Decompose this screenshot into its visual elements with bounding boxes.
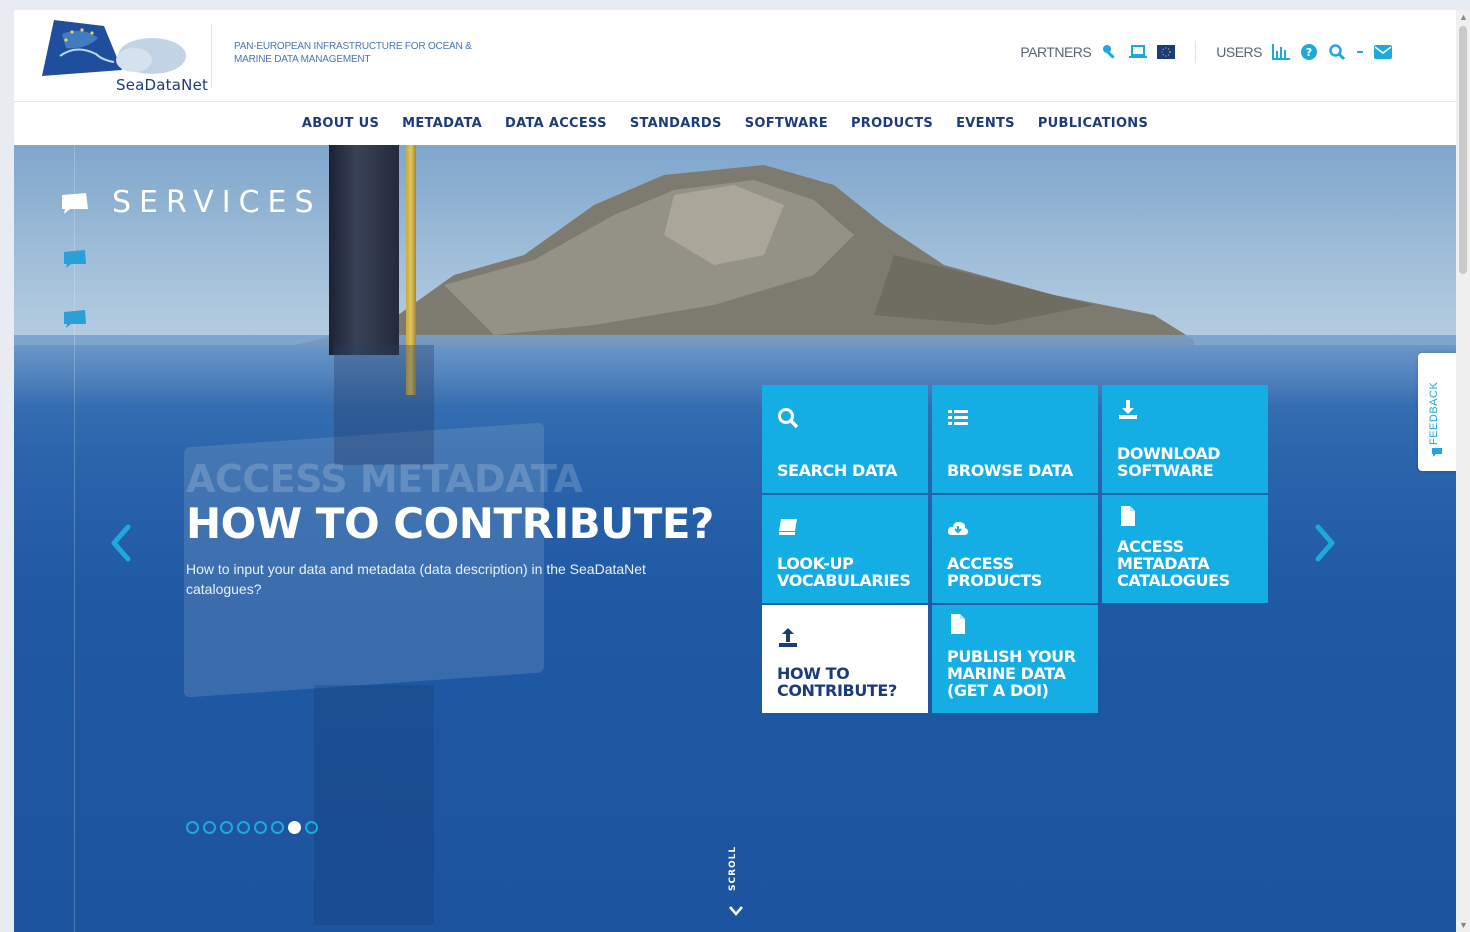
users-link[interactable]: USERS	[1216, 44, 1262, 60]
slider-dot[interactable]	[305, 821, 318, 834]
nav-events[interactable]: EVENTS	[956, 116, 1015, 131]
slider-dot[interactable]	[203, 821, 216, 834]
page-scrollbar[interactable]: ▲ ▼	[1456, 10, 1470, 932]
svg-text:?: ?	[1306, 46, 1312, 59]
eu-flag-icon[interactable]	[1157, 43, 1176, 61]
tile-access-metadata-catalogues[interactable]: ACCESS METADATA CATALOGUES	[1102, 495, 1268, 603]
download-icon	[1119, 400, 1137, 419]
slide-description: How to input your data and metadata (dat…	[186, 561, 646, 597]
top-links: PARTNERS USERS ?	[1020, 40, 1392, 64]
chevron-right-icon	[1315, 524, 1335, 562]
services-label: SERVICES	[112, 185, 322, 220]
laptop-icon[interactable]	[1129, 43, 1148, 61]
hero-underwater-shadow	[314, 685, 434, 925]
cloud-download-icon	[947, 521, 969, 535]
tile-browse-data[interactable]: BROWSE DATA	[932, 385, 1098, 493]
chevron-down-icon	[729, 906, 743, 916]
slider-dot[interactable]	[237, 821, 250, 834]
nav-metadata[interactable]: METADATA	[402, 116, 482, 131]
speech-bubble-icon[interactable]	[62, 309, 88, 329]
services-header: SERVICES	[60, 185, 322, 220]
nav-standards[interactable]: STANDARDS	[630, 116, 722, 131]
tile-access-products[interactable]: ACCESS PRODUCTS	[932, 495, 1098, 603]
slider-dot[interactable]	[271, 821, 284, 834]
search-icon[interactable]	[1328, 43, 1346, 61]
slide-title: HOW TO CONTRIBUTE?	[186, 499, 714, 548]
tile-label: PUBLISH YOUR MARINE DATA (GET A DOI)	[947, 647, 1076, 700]
nav-publications[interactable]: PUBLICATIONS	[1038, 116, 1148, 131]
bar-chart-icon[interactable]	[1272, 43, 1290, 61]
search-icon	[778, 408, 799, 429]
slider-dot-active[interactable]	[288, 821, 301, 834]
slider-dots	[186, 821, 318, 834]
header-divider	[211, 24, 212, 88]
scroll-down-arrow-icon[interactable]: ▼	[1459, 920, 1468, 930]
site-tagline: PAN-EUROPEAN INFRASTRUCTURE FOR OCEAN & …	[234, 41, 472, 65]
nav-products[interactable]: PRODUCTS	[851, 116, 933, 131]
previous-slide-title: ACCESS METADATA	[186, 457, 583, 501]
logo-text: SeaDataNet	[116, 76, 209, 94]
chevron-left-icon	[111, 524, 131, 562]
slider-dot[interactable]	[186, 821, 199, 834]
nav-software[interactable]: SOFTWARE	[745, 116, 828, 131]
tile-label: SEARCH DATA	[777, 461, 897, 480]
tile-search-data[interactable]: SEARCH DATA	[762, 385, 928, 493]
speech-bubble-icon	[62, 192, 88, 214]
tile-label: HOW TO CONTRIBUTE?	[777, 664, 897, 700]
tile-label: ACCESS METADATA CATALOGUES	[1117, 537, 1230, 590]
tile-lookup-vocabularies[interactable]: LOOK-UP VOCABULARIES	[762, 495, 928, 603]
hero-instrument-underwater	[334, 345, 434, 465]
feedback-label: FEEDBACK	[1428, 381, 1440, 445]
logo-flag-icon	[42, 20, 186, 76]
scroll-up-arrow-icon[interactable]: ▲	[1459, 12, 1468, 22]
tile-how-to-contribute[interactable]: HOW TO CONTRIBUTE?	[762, 605, 928, 713]
file-icon	[1121, 506, 1135, 526]
tile-publish-marine-data[interactable]: PUBLISH YOUR MARINE DATA (GET A DOI)	[932, 605, 1098, 713]
top-links-separator	[1195, 41, 1197, 63]
partners-link[interactable]: PARTNERS	[1020, 44, 1091, 60]
envelope-icon[interactable]	[1374, 43, 1392, 61]
hero-slider: SERVICES ACCESS METADATA HOW TO CONTRIBU…	[14, 145, 1456, 932]
site-header: SeaDataNet PAN-EUROPEAN INFRASTRUCTURE F…	[14, 10, 1456, 102]
slider-dot[interactable]	[254, 821, 267, 834]
tile-download-software[interactable]: DOWNLOAD SOFTWARE	[1102, 385, 1268, 493]
key-icon[interactable]	[1101, 43, 1119, 61]
scroll-down-button[interactable]: SCROLL	[724, 845, 748, 925]
dropdown-caret-icon[interactable]	[1356, 43, 1364, 61]
nav-about-us[interactable]: ABOUT US	[302, 116, 379, 131]
nav-data-access[interactable]: DATA ACCESS	[505, 116, 607, 131]
tile-label: LOOK-UP VOCABULARIES	[777, 554, 911, 590]
file-icon	[951, 614, 965, 634]
slider-next-button[interactable]	[1310, 523, 1340, 563]
main-nav: ABOUT US METADATA DATA ACCESS STANDARDS …	[14, 102, 1456, 145]
speech-bubble-icon	[1432, 448, 1442, 457]
tile-label: ACCESS PRODUCTS	[947, 554, 1042, 590]
slider-dot[interactable]	[220, 821, 233, 834]
help-icon[interactable]: ?	[1300, 43, 1318, 61]
list-icon	[948, 410, 968, 425]
feedback-tab[interactable]: FEEDBACK	[1418, 353, 1456, 471]
tile-label: BROWSE DATA	[947, 461, 1073, 480]
tile-label: DOWNLOAD SOFTWARE	[1117, 444, 1221, 480]
slider-prev-button[interactable]	[106, 523, 136, 563]
scrollbar-thumb[interactable]	[1459, 26, 1467, 274]
hero-instrument	[329, 145, 399, 355]
services-tiles: SEARCH DATA BROWSE DATA DOWNLOAD SOFTWAR…	[762, 385, 1272, 715]
speech-bubble-icon[interactable]	[62, 249, 88, 269]
browser-viewport: SeaDataNet PAN-EUROPEAN INFRASTRUCTURE F…	[14, 10, 1456, 932]
seadatanet-logo[interactable]: SeaDataNet	[42, 20, 208, 94]
upload-icon	[779, 628, 797, 647]
book-icon	[779, 519, 797, 535]
scroll-label: SCROLL	[728, 845, 738, 891]
